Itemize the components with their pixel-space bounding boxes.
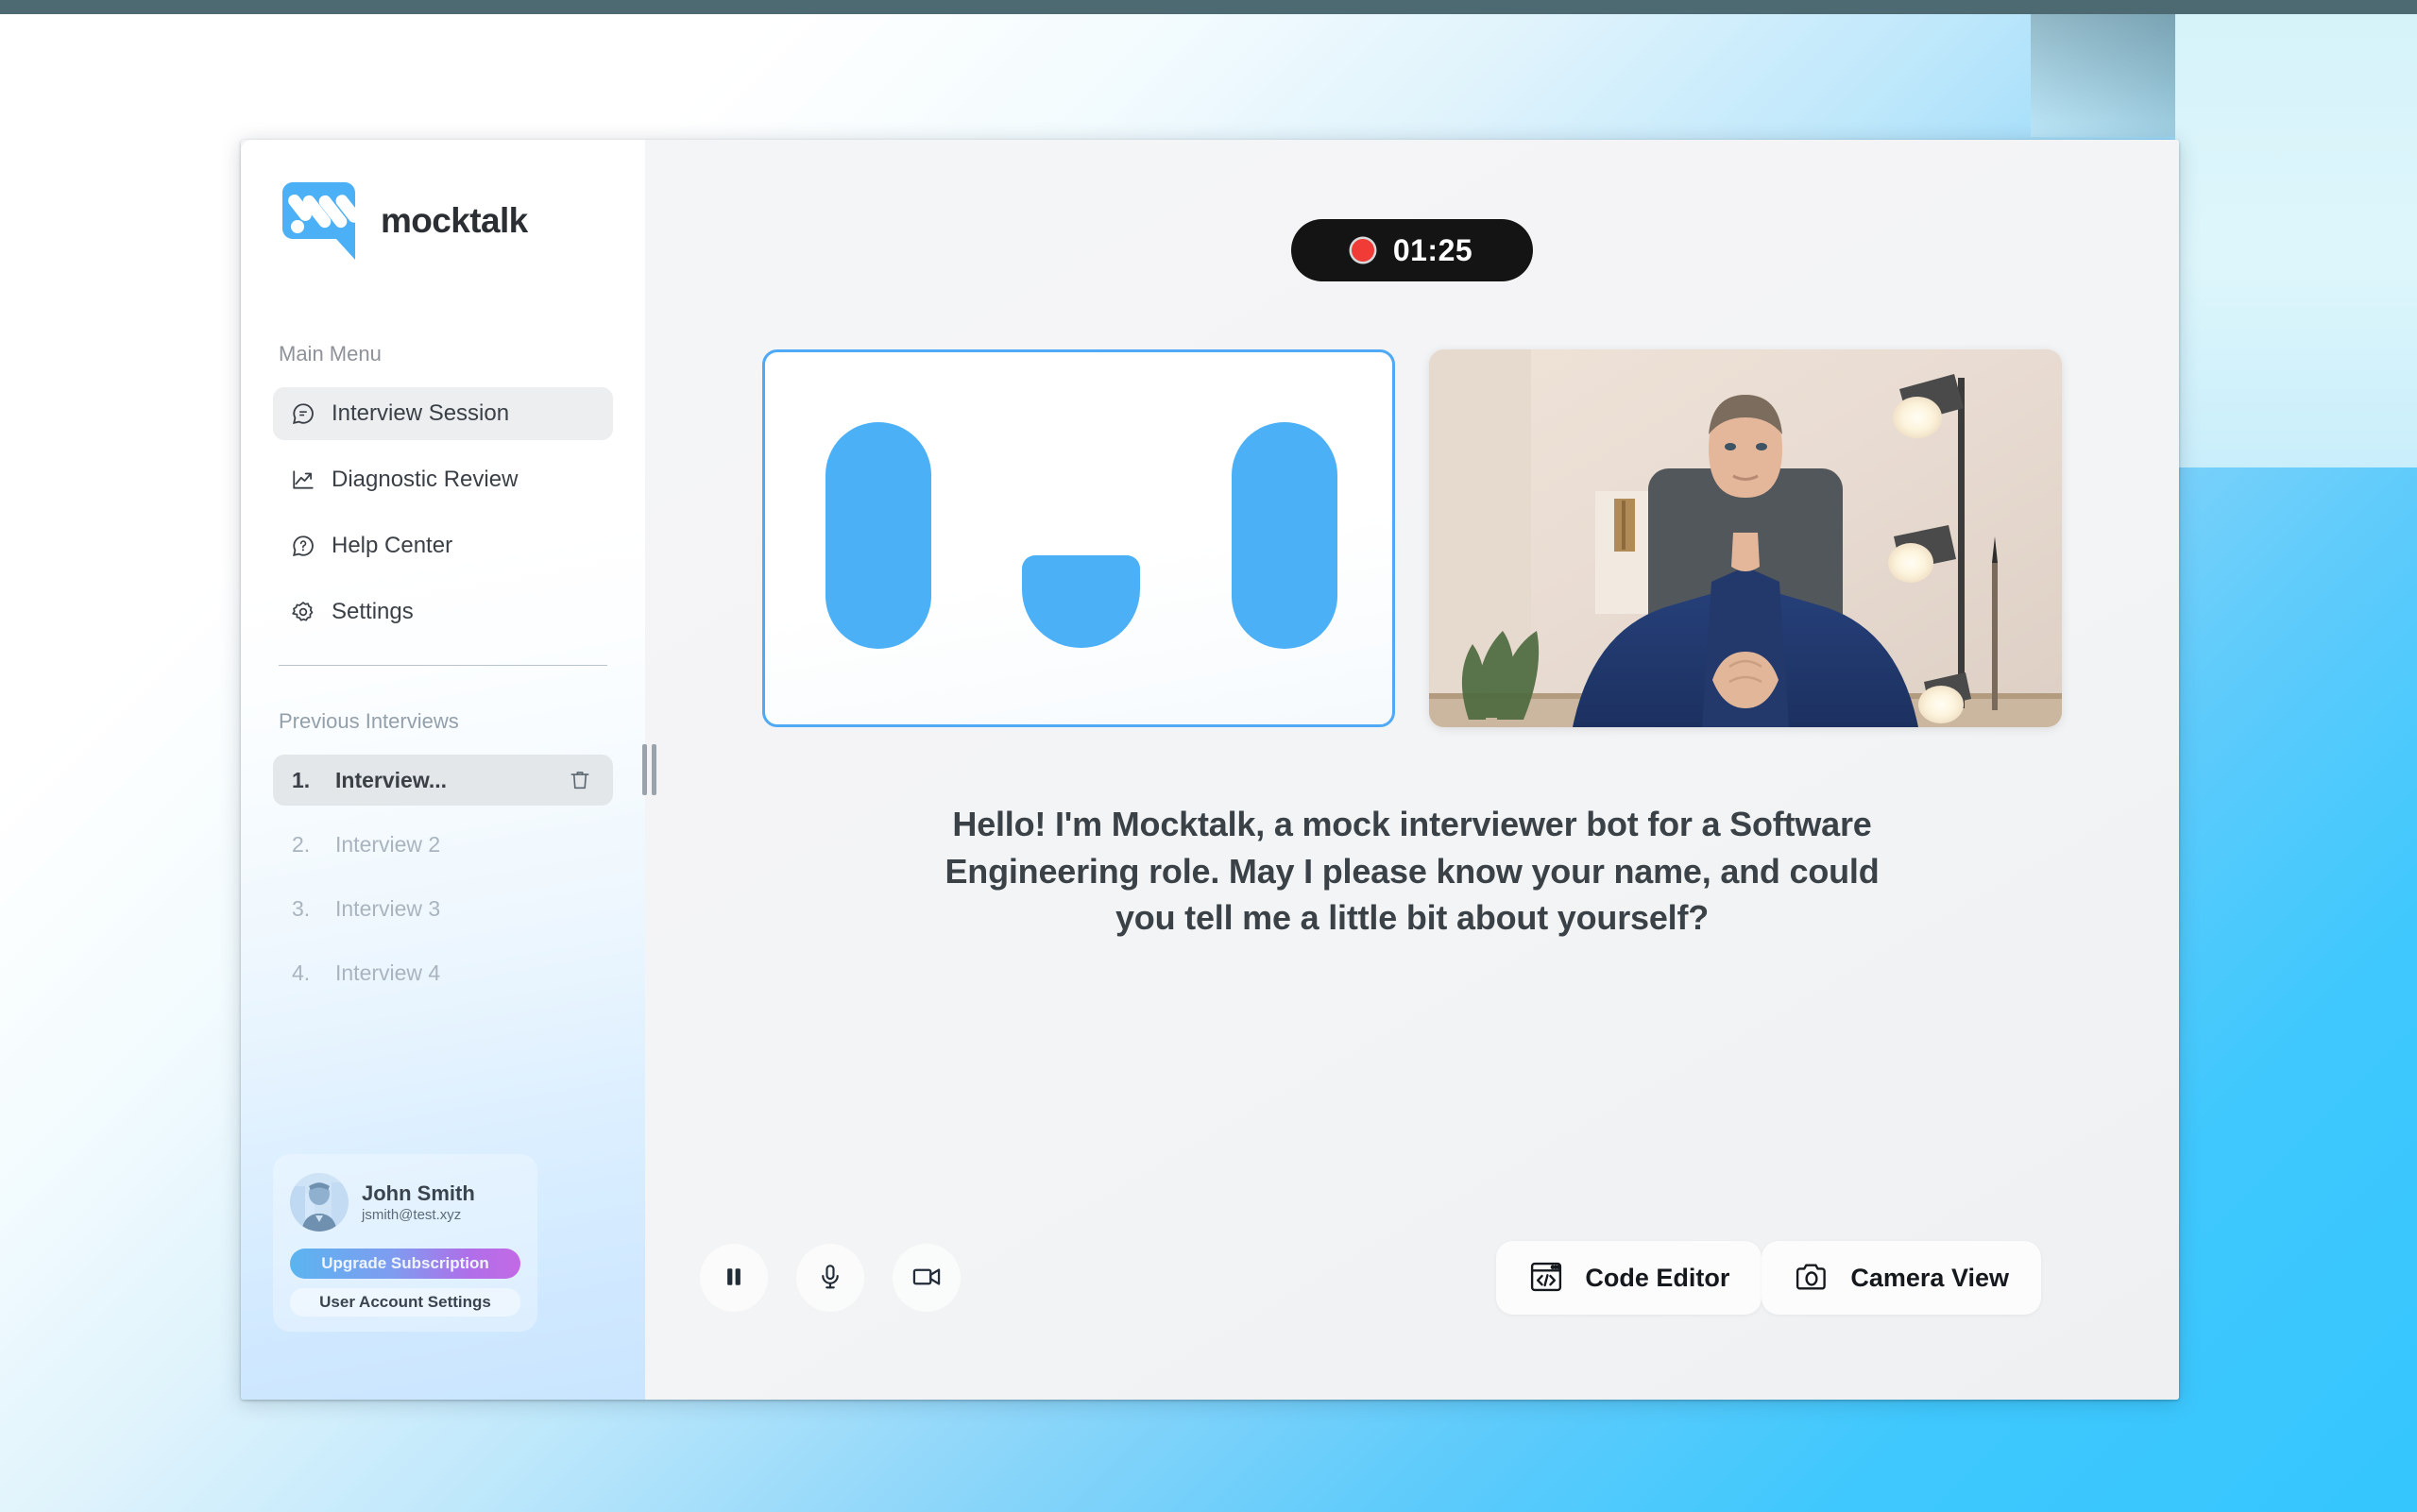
video-camera-button[interactable] xyxy=(893,1244,961,1312)
main-content: 01:25 Hello! I'm Mocktalk, a mock interv… xyxy=(645,140,2179,1400)
list-item-number: 2. xyxy=(292,831,311,857)
list-item-number: 4. xyxy=(292,960,311,985)
user-camera-feed[interactable] xyxy=(1429,349,2062,727)
sidebar-divider xyxy=(279,665,607,666)
list-item-label: Interview 4 xyxy=(335,960,441,985)
pause-button[interactable] xyxy=(700,1244,768,1312)
desktop-decoration-panel-a xyxy=(2175,14,2417,467)
camera-view-label: Camera View xyxy=(1850,1263,2009,1292)
camera-view-button[interactable]: Camera View xyxy=(1762,1241,2041,1315)
sidebar-item-interview-session[interactable]: Interview Session xyxy=(273,387,613,440)
sidebar-item-label: Settings xyxy=(332,599,414,624)
list-item-number: 3. xyxy=(292,895,311,921)
desktop-decoration-panel-b xyxy=(2031,14,2182,137)
list-item[interactable]: 1. Interview... xyxy=(273,755,613,806)
list-item-label: Interview 2 xyxy=(335,831,441,857)
code-editor-label: Code Editor xyxy=(1585,1263,1730,1292)
list-item[interactable]: 4. Interview 4 xyxy=(273,947,613,998)
sidebar-item-label: Help Center xyxy=(332,533,453,558)
main-menu-label: Main Menu xyxy=(279,342,382,365)
transcript-text: Hello! I'm Mocktalk, a mock interviewer … xyxy=(945,805,1880,938)
desktop-topbar xyxy=(0,0,2417,14)
trash-icon[interactable] xyxy=(568,768,592,792)
list-item-number: 1. xyxy=(292,767,311,792)
list-item-label: Interview 3 xyxy=(335,895,441,921)
upgrade-subscription-button[interactable]: Upgrade Subscription xyxy=(290,1249,520,1279)
bot-avatar-panel[interactable] xyxy=(762,349,1395,727)
sidebar-resize-handle[interactable] xyxy=(639,744,658,795)
timer-value: 01:25 xyxy=(1392,232,1473,267)
main-nav: Interview Session Diagnostic Review Help… xyxy=(273,387,613,638)
user-name: John Smith xyxy=(362,1181,475,1205)
pause-icon xyxy=(720,1263,748,1294)
desktop-background: mocktalk Main Menu Interview Session Dia… xyxy=(0,0,2417,1512)
user-info: John Smith jsmith@test.xyz xyxy=(362,1181,475,1223)
user-account-settings-button[interactable]: User Account Settings xyxy=(290,1288,520,1317)
sidebar-item-label: Interview Session xyxy=(332,400,510,426)
code-window-icon xyxy=(1528,1259,1564,1298)
sidebar-item-diagnostic-review[interactable]: Diagnostic Review xyxy=(273,453,613,506)
previous-interviews-list: 1. Interview... 2. Interview 2 3. Interv… xyxy=(273,755,613,998)
drag-handle-bar xyxy=(651,744,656,795)
microphone-button[interactable] xyxy=(796,1244,864,1312)
drag-handle-bar xyxy=(641,744,647,795)
chat-bubble-icon xyxy=(290,400,316,427)
user-email: jsmith@test.xyz xyxy=(362,1207,462,1224)
avatar xyxy=(290,1173,349,1232)
camera-icon xyxy=(1794,1259,1830,1298)
gear-icon xyxy=(290,599,316,625)
trend-chart-icon xyxy=(290,467,316,493)
list-item-label: Interview... xyxy=(335,767,448,792)
list-item[interactable]: 3. Interview 3 xyxy=(273,883,613,934)
list-item[interactable]: 2. Interview 2 xyxy=(273,819,613,870)
video-camera-icon xyxy=(911,1262,942,1295)
brand-name: mocktalk xyxy=(381,201,528,240)
bot-right-eye xyxy=(1232,422,1337,649)
user-account-card: John Smith jsmith@test.xyz Upgrade Subsc… xyxy=(273,1154,537,1332)
record-dot-icon xyxy=(1351,239,1374,262)
sidebar: mocktalk Main Menu Interview Session Dia… xyxy=(241,140,656,1400)
recording-timer: 01:25 xyxy=(1291,219,1533,281)
video-row xyxy=(762,349,2062,727)
sidebar-item-settings[interactable]: Settings xyxy=(273,586,613,638)
control-bar: Code Editor Camera View xyxy=(645,1239,2179,1317)
microphone-icon xyxy=(816,1263,844,1294)
bot-left-eye xyxy=(826,422,931,649)
user-row: John Smith jsmith@test.xyz xyxy=(290,1173,520,1232)
mocktalk-speech-bubble-logo-icon xyxy=(277,179,364,263)
question-circle-icon xyxy=(290,533,316,559)
previous-interviews-label: Previous Interviews xyxy=(279,709,459,733)
brand: mocktalk xyxy=(273,140,613,263)
sidebar-item-label: Diagnostic Review xyxy=(332,467,519,492)
sidebar-item-help-center[interactable]: Help Center xyxy=(273,519,613,572)
bot-mouth xyxy=(1022,555,1140,648)
code-editor-button[interactable]: Code Editor xyxy=(1496,1241,1762,1315)
mocktalk-app-window: mocktalk Main Menu Interview Session Dia… xyxy=(241,140,2179,1400)
